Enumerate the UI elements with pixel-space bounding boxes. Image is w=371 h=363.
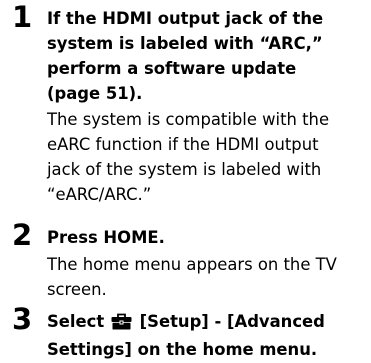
step-title: Select [Setup] - [Advanced Settings] on … (47, 309, 367, 362)
step-body-line: The system is compatible with the (47, 110, 330, 129)
step-body-line: screen. (47, 280, 107, 299)
step-body: The system is compatible with the eARC f… (47, 107, 367, 207)
step-title-line: Settings] on the home menu. (47, 340, 318, 359)
step-body: The home menu appears on the TV screen. (47, 252, 367, 302)
step-number: 3 (12, 302, 33, 336)
step-body-line: “eARC/ARC.” (47, 185, 152, 204)
step-title-line: system is labeled with “ARC,” (47, 34, 323, 53)
step-body-line: jack of the system is labeled with (47, 160, 322, 179)
step-title-suffix: [Setup] - [Advanced (139, 312, 325, 331)
step-title-line: (page 51). (47, 84, 143, 103)
step-title: Press HOME. (47, 225, 367, 250)
step-title-line: If the HDMI output jack of the (47, 9, 324, 28)
step-number: 2 (12, 218, 33, 252)
step-title-line: perform a software update (47, 59, 297, 78)
step-title-prefix: Select (47, 312, 105, 331)
toolbox-icon (111, 312, 132, 337)
step-body-line: The home menu appears on the TV (47, 255, 337, 274)
step-body-line: eARC function if the HDMI output (47, 135, 319, 154)
step-number: 1 (12, 0, 33, 34)
step-title: If the HDMI output jack of the system is… (47, 6, 367, 106)
step-title-line: Press HOME. (47, 228, 165, 247)
